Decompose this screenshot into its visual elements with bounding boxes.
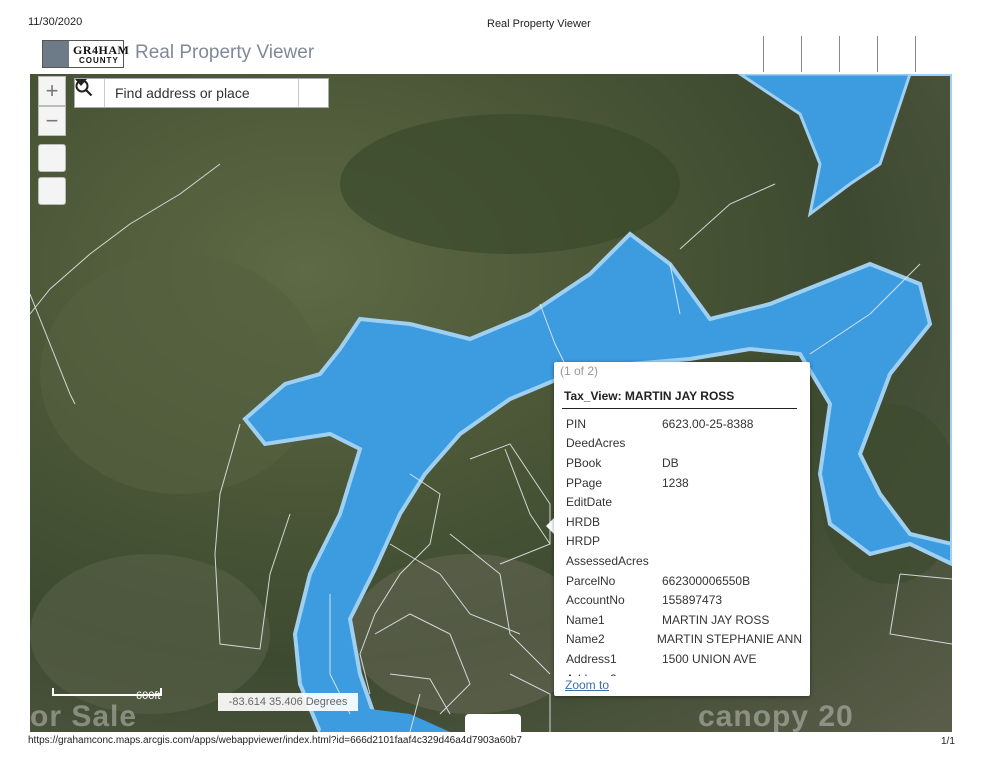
attribute-value: 1238 — [662, 475, 689, 490]
my-location-button[interactable] — [38, 177, 66, 205]
attribute-value: 6623.00-25-8388 — [662, 416, 754, 431]
scale-label: 600ft — [136, 690, 161, 702]
attribution-tab — [465, 714, 521, 732]
attribute-key: Address1 — [566, 651, 617, 666]
coordinate-readout: -83.614 35.406 Degrees — [218, 693, 358, 711]
attribute-key: DeedAcres — [566, 436, 626, 451]
map-view[interactable]: + − 600ft -83.614 35.406 Degrees or Sale… — [30, 74, 952, 732]
zoom-out-icon: − — [45, 108, 59, 133]
attribute-value: 1500 UNION AVE — [662, 651, 757, 666]
county-logo: GR4HAM COUNTY — [42, 40, 129, 68]
attribute-row: Name1 MARTIN JAY ROSS — [566, 610, 802, 630]
attribute-value: MARTIN JAY ROSS — [662, 612, 770, 627]
attribute-key: HRDP — [566, 534, 601, 549]
attribute-key: Address2 — [566, 672, 662, 676]
watermark-right: canopy 20 — [698, 700, 854, 732]
attribute-key: AccountNo — [566, 593, 625, 608]
zoom-in-icon: + — [45, 78, 59, 103]
popup-attribute-table: PIN 6623.00-25-8388 DeedAcres PBook DB PPa… — [566, 414, 802, 676]
attribute-key: PBook — [566, 455, 602, 470]
popup-title: Tax_View: MARTIN JAY ROSS — [564, 389, 735, 403]
attribute-row: AccountNo 155897473 — [566, 590, 802, 610]
attribute-key: ParcelNo — [566, 573, 616, 588]
header-widget-button-3[interactable] — [839, 36, 877, 72]
search-icon — [75, 79, 93, 97]
attribute-row: PBook DB — [566, 453, 802, 473]
attribute-key: EditDate — [566, 495, 613, 510]
attribute-row: Address2 — [566, 669, 802, 676]
attribute-key: Name1 — [566, 612, 605, 627]
attribute-value: DB — [662, 455, 679, 470]
attribute-row: PPage 1238 — [566, 473, 802, 493]
attribute-value: 662300006550B — [662, 573, 751, 588]
zoom-in-button[interactable]: + — [38, 76, 66, 106]
print-page-number: 1/1 — [941, 736, 955, 747]
map-layer — [30, 74, 952, 732]
watermark-left: or Sale — [30, 700, 138, 732]
home-button[interactable] — [38, 144, 66, 172]
header-widget-button-2[interactable] — [801, 36, 839, 72]
attribute-row: HRDP — [566, 532, 802, 552]
attribute-row: AssessedAcres — [566, 551, 802, 571]
attribute-row: EditDate — [566, 492, 802, 512]
zoom-out-button[interactable]: − — [38, 106, 66, 136]
app-title: Real Property Viewer — [135, 42, 315, 63]
attribute-key: PPage — [566, 475, 603, 490]
attribute-key: HRDB — [566, 514, 601, 529]
attribute-row: ParcelNo 662300006550B — [566, 571, 802, 591]
attribute-key: Name2 — [566, 632, 605, 647]
search-input[interactable] — [105, 85, 298, 101]
attribute-row: DeedAcres — [566, 434, 802, 454]
info-popup: (1 of 2) Tax_View: MARTIN JAY ROSS PIN 66… — [554, 362, 810, 696]
popup-divider — [562, 408, 797, 409]
zoom-to-link[interactable]: Zoom to — [565, 678, 609, 692]
attribute-row: Address1 1500 UNION AVE — [566, 649, 802, 669]
app-header: GR4HAM COUNTY Real Property Viewer — [30, 36, 952, 74]
print-title: Real Property Viewer — [487, 18, 591, 30]
attribute-row: Name2 MARTIN STEPHANIE ANN — [566, 630, 802, 650]
attribute-row: HRDB — [566, 512, 802, 532]
attribute-value: MARTIN STEPHANIE ANN — [656, 632, 802, 647]
search-widget — [74, 78, 329, 108]
header-widget-button-4[interactable] — [877, 36, 915, 72]
print-footer-url: https://grahamconc.maps.arcgis.com/apps/… — [28, 735, 522, 746]
header-widget-button-5[interactable] — [915, 36, 953, 72]
popup-feature-count: (1 of 2) — [560, 364, 599, 378]
logo-sub: COUNTY — [79, 56, 119, 65]
print-date: 11/30/2020 — [28, 16, 83, 28]
attribute-row: PIN 6623.00-25-8388 — [566, 414, 802, 434]
header-widget-button-1[interactable] — [763, 36, 801, 72]
attribute-key: PIN — [566, 416, 587, 431]
search-button[interactable] — [75, 79, 328, 107]
attribute-value: 155897473 — [662, 593, 723, 608]
attribute-key: AssessedAcres — [566, 553, 649, 568]
